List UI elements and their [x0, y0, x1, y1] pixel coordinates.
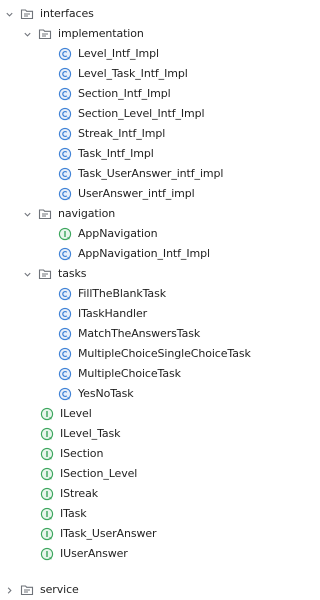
- folder-label: implementation: [58, 27, 144, 40]
- tree-file-item[interactable]: Level_Task_Intf_Impl: [0, 64, 256, 84]
- tree-file-item[interactable]: MultipleChoiceSingleChoiceTask: [0, 344, 256, 364]
- interface-icon: [40, 527, 54, 541]
- file-label: Level_Intf_Impl: [78, 47, 159, 60]
- file-label: YesNoTask: [78, 387, 134, 400]
- file-label: Streak_Intf_Impl: [78, 127, 166, 140]
- class-icon: [58, 167, 72, 181]
- file-label: ILevel_Task: [60, 427, 121, 440]
- class-icon: [58, 107, 72, 121]
- tree-file-item[interactable]: AppNavigation_Intf_Impl: [0, 244, 256, 264]
- class-icon: [58, 67, 72, 81]
- file-label: Task_Intf_Impl: [78, 147, 154, 160]
- class-icon: [58, 247, 72, 261]
- class-icon: [58, 287, 72, 301]
- folder-node-implementation[interactable]: implementation: [0, 24, 256, 44]
- file-label: IStreak: [60, 487, 98, 500]
- file-label: ITask: [60, 507, 87, 520]
- interface-icon: [40, 407, 54, 421]
- interface-icon: [40, 447, 54, 461]
- folder-label: navigation: [58, 207, 116, 220]
- tree-file-item[interactable]: ILevel_Task: [0, 424, 256, 444]
- file-label: ISection_Level: [60, 467, 138, 480]
- file-label: ILevel: [60, 407, 92, 420]
- tree-file-item[interactable]: UserAnswer_intf_impl: [0, 184, 256, 204]
- folder-node-interfaces[interactable]: interfaces: [0, 4, 256, 24]
- file-label: Section_Level_Intf_Impl: [78, 107, 205, 120]
- class-icon: [58, 307, 72, 321]
- class-icon: [58, 127, 72, 141]
- interface-icon: [40, 427, 54, 441]
- tree-file-item[interactable]: MatchTheAnswersTask: [0, 324, 256, 344]
- tree-file-item[interactable]: Task_UserAnswer_intf_impl: [0, 164, 256, 184]
- chevron-down-icon[interactable]: [22, 29, 32, 39]
- file-label: UserAnswer_intf_impl: [78, 187, 195, 200]
- file-label: MatchTheAnswersTask: [78, 327, 201, 340]
- tree-file-item[interactable]: Section_Level_Intf_Impl: [0, 104, 256, 124]
- tree-file-item[interactable]: ILevel: [0, 404, 256, 424]
- tree-file-item[interactable]: ISection: [0, 444, 256, 464]
- class-icon: [58, 47, 72, 61]
- interface-icon: [40, 487, 54, 501]
- folder-icon: [38, 27, 52, 41]
- file-label: FillTheBlankTask: [78, 287, 166, 300]
- folder-label: service: [40, 583, 79, 596]
- folder-icon: [38, 267, 52, 281]
- folder-icon: [20, 583, 34, 597]
- interface-icon: [40, 547, 54, 561]
- tree-file-item[interactable]: YesNoTask: [0, 384, 256, 404]
- file-label: Task_UserAnswer_intf_impl: [78, 167, 224, 180]
- tree-file-item[interactable]: Section_Intf_Impl: [0, 84, 256, 104]
- tree-file-item[interactable]: ISection_Level: [0, 464, 256, 484]
- interface-icon: [40, 507, 54, 521]
- tree-file-item[interactable]: ITask_UserAnswer: [0, 524, 256, 544]
- file-label: AppNavigation: [78, 227, 158, 240]
- file-label: ISection: [60, 447, 104, 460]
- class-icon: [58, 367, 72, 381]
- folder-icon: [20, 7, 34, 21]
- class-icon: [58, 327, 72, 341]
- file-label: ITask_UserAnswer: [60, 527, 157, 540]
- class-icon: [58, 187, 72, 201]
- file-label: Section_Intf_Impl: [78, 87, 171, 100]
- chevron-down-icon[interactable]: [22, 269, 32, 279]
- file-label: MultipleChoiceTask: [78, 367, 181, 380]
- class-icon: [58, 87, 72, 101]
- folder-label: interfaces: [40, 7, 94, 20]
- project-tree: interfaces implementation Level_Intf_Imp…: [0, 0, 256, 597]
- tree-file-item[interactable]: Level_Intf_Impl: [0, 44, 256, 64]
- folder-node-tasks[interactable]: tasks: [0, 264, 256, 284]
- interface-icon: [58, 227, 72, 241]
- file-label: AppNavigation_Intf_Impl: [78, 247, 210, 260]
- class-icon: [58, 147, 72, 161]
- folder-node-service[interactable]: service: [0, 580, 256, 600]
- tree-file-item[interactable]: MultipleChoiceTask: [0, 364, 256, 384]
- tree-file-item[interactable]: ITaskHandler: [0, 304, 256, 324]
- chevron-down-icon[interactable]: [4, 9, 14, 19]
- file-label: ITaskHandler: [78, 307, 148, 320]
- tree-file-item[interactable]: Streak_Intf_Impl: [0, 124, 256, 144]
- file-label: MultipleChoiceSingleChoiceTask: [78, 347, 251, 360]
- folder-icon: [38, 207, 52, 221]
- folder-node-navigation[interactable]: navigation: [0, 204, 256, 224]
- tree-file-item[interactable]: IStreak: [0, 484, 256, 504]
- class-icon: [58, 387, 72, 401]
- tree-file-item[interactable]: IUserAnswer: [0, 544, 256, 564]
- file-label: Level_Task_Intf_Impl: [78, 67, 188, 80]
- tree-file-item[interactable]: Task_Intf_Impl: [0, 144, 256, 164]
- chevron-right-icon[interactable]: [4, 585, 14, 595]
- file-label: IUserAnswer: [60, 547, 128, 560]
- tree-file-item[interactable]: AppNavigation: [0, 224, 256, 244]
- class-icon: [58, 347, 72, 361]
- interface-icon: [40, 467, 54, 481]
- chevron-down-icon[interactable]: [22, 209, 32, 219]
- folder-label: tasks: [58, 267, 87, 280]
- tree-file-item[interactable]: ITask: [0, 504, 256, 524]
- tree-file-item[interactable]: FillTheBlankTask: [0, 284, 256, 304]
